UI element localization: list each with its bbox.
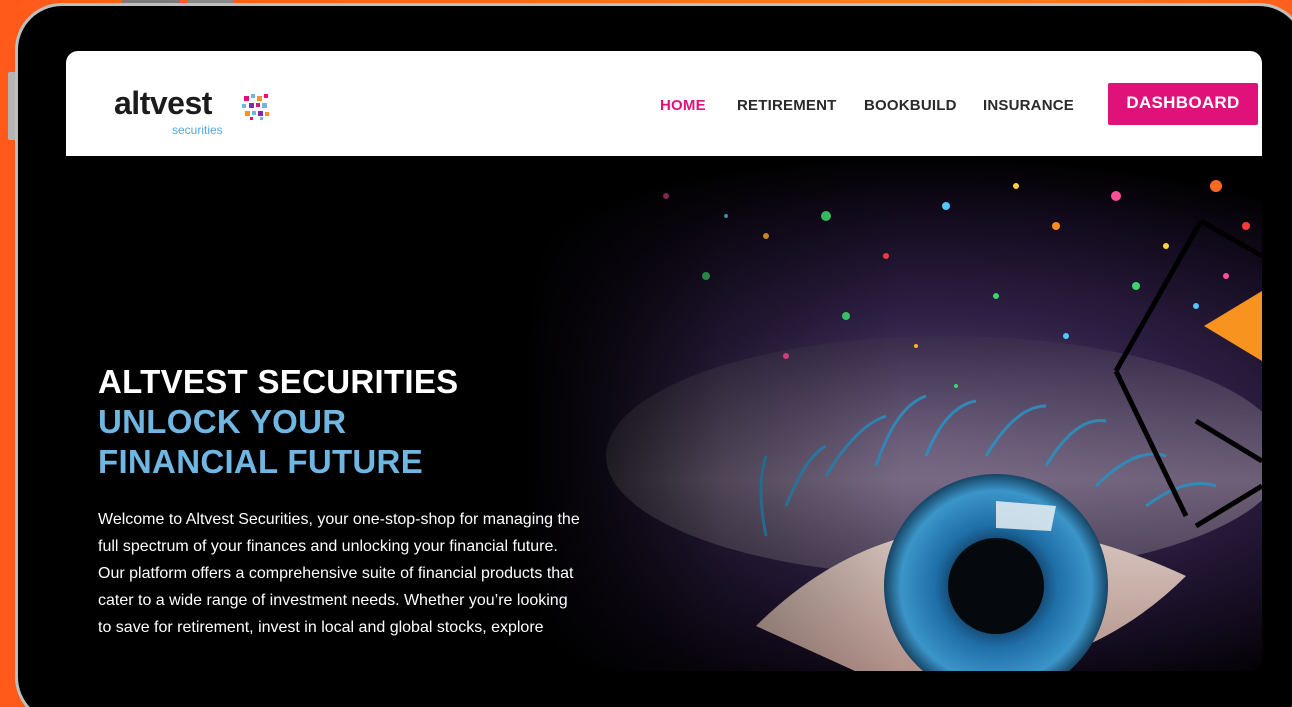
hero-description: Welcome to Altvest Securities, your one-…: [98, 506, 698, 641]
hero-description-line: to save for retirement, invest in local …: [98, 619, 544, 636]
page-background: altvest securities HOME RETIREMENT BOOKB…: [0, 0, 1292, 707]
hero-subtitle-line2: FINANCIAL FUTURE: [98, 443, 424, 480]
hero-section: ALTVEST SECURITIES UNLOCK YOUR FINANCIAL…: [66, 156, 1262, 671]
nav-item-home[interactable]: HOME: [660, 97, 706, 115]
hero-description-line: Our platform offers a comprehensive suit…: [98, 565, 574, 582]
main-navigation: HOME RETIREMENT BOOKBUILD INSURANCE: [66, 51, 1262, 156]
tablet-frame: altvest securities HOME RETIREMENT BOOKB…: [18, 6, 1292, 707]
hero-description-line: full spectrum of your finances and unloc…: [98, 538, 558, 555]
dashboard-button[interactable]: DASHBOARD: [1108, 83, 1258, 125]
site-header: altvest securities HOME RETIREMENT BOOKB…: [66, 51, 1262, 156]
hero-description-line: cater to a wide range of investment need…: [98, 592, 568, 609]
hero-subtitle-line1: UNLOCK YOUR: [98, 403, 347, 440]
nav-item-bookbuild[interactable]: BOOKBUILD: [864, 97, 957, 115]
hero-description-line: Welcome to Altvest Securities, your one-…: [98, 511, 580, 528]
nav-item-retirement[interactable]: RETIREMENT: [737, 97, 837, 115]
nav-item-insurance[interactable]: INSURANCE: [983, 97, 1074, 115]
hero-title: ALTVEST SECURITIES: [98, 363, 459, 400]
website-screen: altvest securities HOME RETIREMENT BOOKB…: [66, 51, 1262, 671]
hero-content: ALTVEST SECURITIES UNLOCK YOUR FINANCIAL…: [98, 362, 698, 641]
